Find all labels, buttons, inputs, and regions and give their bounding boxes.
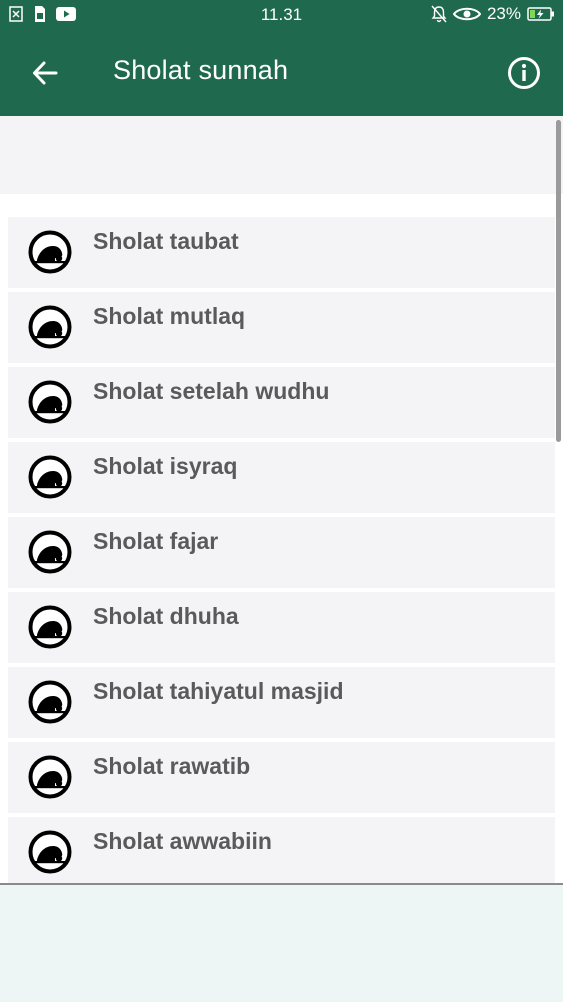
list-item-0[interactable]: Sholat taubat [8,217,555,288]
bell-off-icon [431,5,447,23]
app-bar: Sholat sunnah [0,30,563,116]
list-item-label: Sholat taubat [93,228,239,254]
prostrating-person-icon [28,755,72,799]
status-bar: 11.31 23% [0,0,563,30]
prostrating-person-icon [28,605,72,649]
battery-charging-icon [527,5,555,23]
list-item-label: Sholat awwabiin [93,828,272,854]
scrollbar[interactable] [556,120,561,442]
prostrating-person-icon [28,680,72,724]
header-banner [0,116,563,194]
status-right-icons: 23% [431,4,555,24]
list-item-6[interactable]: Sholat tahiyatul masjid [8,667,555,738]
list-item-label: Sholat rawatib [93,753,251,779]
battery-percentage: 23% [486,4,521,23]
list-item-8[interactable]: Sholat awwabiin [8,817,555,884]
info-button[interactable] [503,52,545,94]
prostrating-person-icon [28,455,72,499]
prayer-list: Sholat taubat Sholat mutlaq Sholat setel… [8,217,555,884]
prostrating-person-icon [28,230,72,274]
list-item-label: Sholat mutlaq [93,303,246,329]
prostrating-person-icon [28,380,72,424]
content-area[interactable]: Sholat taubat Sholat mutlaq Sholat setel… [0,116,563,884]
arrow-left-icon [33,61,58,85]
prostrating-person-icon [28,305,72,349]
list-item-label: Sholat fajar [93,528,219,554]
list-item-label: Sholat tahiyatul masjid [93,678,344,704]
eye-icon [452,5,481,23]
page-title: Sholat sunnah [113,55,289,85]
prostrating-person-icon [28,830,72,874]
list-item-4[interactable]: Sholat fajar [8,517,555,588]
list-item-label: Sholat dhuha [93,603,239,629]
list-item-2[interactable]: Sholat setelah wudhu [8,367,555,438]
info-circle-icon [508,57,540,89]
list-item-3[interactable]: Sholat isyraq [8,442,555,513]
back-button[interactable] [24,52,66,94]
list-item-1[interactable]: Sholat mutlaq [8,292,555,363]
list-item-label: Sholat isyraq [93,453,238,479]
prostrating-person-icon [28,530,72,574]
list-item-label: Sholat setelah wudhu [93,378,330,404]
list-item-7[interactable]: Sholat rawatib [8,742,555,813]
list-item-5[interactable]: Sholat dhuha [8,592,555,663]
bottom-area [0,883,563,1002]
